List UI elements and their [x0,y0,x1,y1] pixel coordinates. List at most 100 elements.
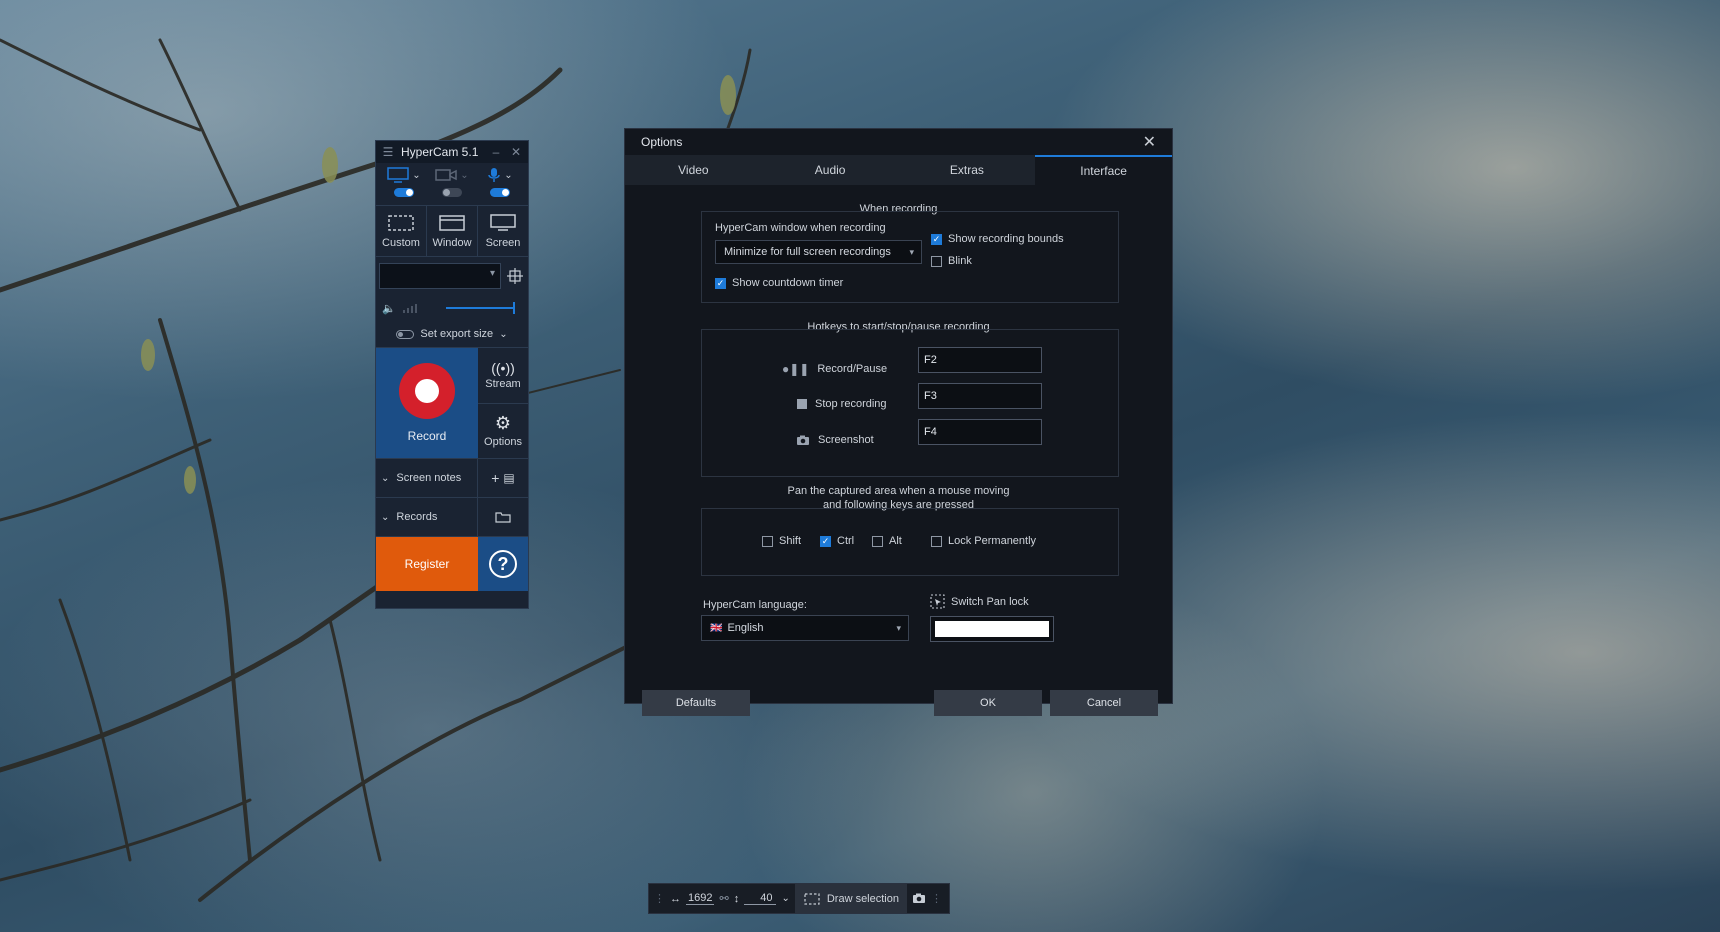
records-label: Records [396,511,438,523]
chevron-down-icon[interactable]: ⌄ [499,329,507,340]
record-button[interactable]: Record [376,348,478,458]
hotkey-record-input[interactable]: F2 [918,347,1042,373]
mode-window[interactable]: Window [427,206,478,256]
volume-row: 🔈 [376,295,528,321]
broadcast-icon: ((•)) [491,360,515,377]
tab-video[interactable]: Video [625,155,762,185]
help-button[interactable]: ? [478,537,528,591]
checkbox-checked-icon[interactable] [820,535,831,547]
pan-ctrl-checkbox[interactable]: Ctrl [820,535,854,547]
register-button[interactable]: Register [376,537,478,591]
hotkey-screenshot-input[interactable]: F4 [918,419,1042,445]
minimize-icon[interactable]: – [489,145,503,159]
source-row: ⌄ ⌄ ⌄ [376,163,528,197]
draw-selection-button[interactable]: Draw selection [794,884,907,913]
stream-button[interactable]: ((•)) Stream [478,348,528,404]
camera-icon [797,435,809,445]
options-button[interactable]: ⚙ Options [478,404,528,459]
stream-label: Stream [485,378,521,391]
options-label: Options [484,436,522,449]
blink-label: Blink [948,255,972,267]
chevron-down-icon[interactable]: ⌄ [381,512,389,523]
microphone-toggle[interactable] [490,188,510,197]
records-row[interactable]: ⌄ Records [376,497,528,536]
microphone-icon [488,168,501,182]
pan-lock-checkbox[interactable]: Lock Permanently [931,535,1036,547]
mode-window-label: Window [432,236,472,249]
volume-slider[interactable] [445,302,516,314]
add-icon[interactable]: + [491,470,499,486]
switch-pan-lock-row: Switch Pan lock [930,594,1029,609]
width-input[interactable]: 1692 [686,892,715,905]
height-arrow-icon: ↕ [733,892,740,905]
camera-icon[interactable] [912,893,926,904]
pan-lock-label: Lock Permanently [948,535,1037,547]
drag-handle-icon[interactable]: ⋮ [654,892,665,905]
close-icon[interactable]: ✕ [1143,132,1156,152]
microphone-source[interactable]: ⌄ [478,167,522,197]
link-icon[interactable]: ⚯ [719,892,728,905]
height-input[interactable]: 40 [744,892,777,905]
area-dropdown[interactable] [379,263,501,289]
crosshair-select-icon[interactable] [507,268,523,284]
level-meter-icon [402,304,417,313]
checkbox-unchecked-icon[interactable] [762,535,773,547]
window-behavior-select[interactable]: Minimize for full screen recordings [715,240,922,264]
drag-handle-icon[interactable]: ⋮ [931,892,942,905]
mode-custom[interactable]: Custom [376,206,427,256]
pan-shift-checkbox[interactable]: Shift [762,535,801,547]
screen-icon [490,213,516,231]
mode-screen[interactable]: Screen [478,206,528,256]
chevron-down-icon[interactable]: ⌄ [381,473,389,484]
countdown-label: Show countdown timer [732,277,844,289]
countdown-checkbox[interactable]: Show countdown timer [715,277,843,289]
hotkey-stop-input[interactable]: F3 [918,383,1042,409]
tab-extras[interactable]: Extras [899,155,1036,185]
help-icon: ? [489,550,517,578]
chevron-down-icon[interactable]: ⌄ [460,170,468,181]
chevron-down-icon[interactable]: ⌄ [412,170,420,181]
blink-checkbox[interactable]: Blink [931,255,972,267]
show-bounds-checkbox[interactable]: Show recording bounds [931,233,1064,245]
checkbox-unchecked-icon[interactable] [931,535,942,547]
chevron-down-icon[interactable]: ⌄ [504,170,512,181]
window-behavior-value: Minimize for full screen recordings [724,246,891,258]
checkbox-checked-icon[interactable] [931,233,942,245]
mode-screen-label: Screen [485,236,521,249]
folder-icon[interactable] [495,511,511,523]
language-select[interactable]: 🇬🇧 English [701,615,909,641]
note-icon[interactable]: ▤ [503,471,514,485]
speaker-icon[interactable]: 🔈 [382,302,396,315]
monitor-icon [387,167,410,183]
export-size-toggle[interactable]: Set export size ⌄ [376,321,528,347]
tab-interface[interactable]: Interface [1035,155,1172,185]
gear-icon: ⚙ [494,413,512,434]
webcam-toggle[interactable] [442,188,462,197]
record-area: Record ((•)) Stream ⚙ Options [376,347,528,458]
screen-notes-row[interactable]: ⌄ Screen notes + ▤ [376,458,528,497]
checkbox-unchecked-icon[interactable] [872,535,883,547]
ok-button[interactable]: OK [934,690,1042,716]
language-value: English [727,622,764,634]
options-title: Options [641,135,683,149]
export-size-label: Set export size [420,328,494,340]
switch-pan-lock-input[interactable] [930,616,1054,642]
screen-toggle[interactable] [394,188,414,197]
pan-alt-checkbox[interactable]: Alt [872,535,902,547]
window-when-recording-label: HyperCam window when recording [715,222,886,234]
chevron-down-icon[interactable]: ⌄ [781,893,789,904]
stop-icon [797,399,807,409]
screen-source[interactable]: ⌄ [382,167,426,197]
menu-icon[interactable]: ☰ [381,145,395,159]
pan-lock-icon [930,594,945,609]
export-toggle-icon[interactable] [396,329,415,339]
cancel-button[interactable]: Cancel [1050,690,1158,716]
hotkey-capture-field[interactable] [935,621,1049,637]
pan-alt-label: Alt [889,535,902,547]
defaults-button[interactable]: Defaults [642,690,750,716]
webcam-source[interactable]: ⌄ [430,167,474,197]
close-icon[interactable]: ✕ [509,145,523,159]
checkbox-unchecked-icon[interactable] [931,255,942,267]
tab-audio[interactable]: Audio [762,155,899,185]
checkbox-checked-icon[interactable] [715,277,726,289]
